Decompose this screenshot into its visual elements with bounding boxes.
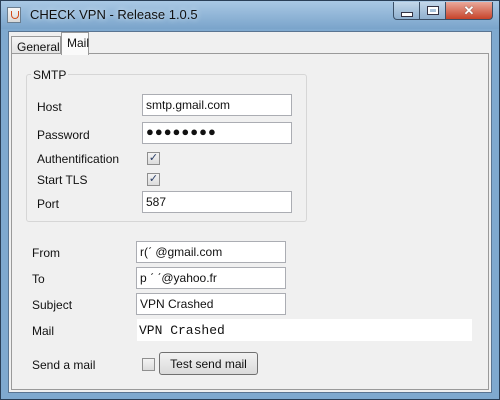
to-input[interactable]: p ˊ ˊ@yahoo.fr bbox=[136, 267, 286, 289]
port-input[interactable]: 587 bbox=[142, 191, 292, 213]
tls-label: Start TLS bbox=[37, 173, 88, 187]
password-input[interactable]: ●●●●●●●● bbox=[142, 122, 292, 144]
maximize-button[interactable] bbox=[419, 2, 446, 20]
tls-checkbox[interactable]: ✓ bbox=[147, 173, 160, 186]
close-button[interactable]: ✕ bbox=[445, 2, 493, 20]
mail-body-textarea[interactable]: VPN Crashed bbox=[137, 319, 472, 341]
minimize-icon bbox=[400, 11, 413, 17]
auth-checkbox[interactable]: ✓ bbox=[147, 152, 160, 165]
smtp-group-title: SMTP bbox=[31, 68, 69, 82]
test-send-mail-button[interactable]: Test send mail bbox=[159, 352, 258, 375]
title-bar[interactable]: CHECK VPN - Release 1.0.5 ✕ bbox=[1, 1, 499, 29]
client-area: General Mail SMTP Host smtp.gmail.com Pa… bbox=[8, 31, 492, 393]
subject-label: Subject bbox=[32, 298, 73, 312]
from-label: From bbox=[32, 246, 60, 260]
close-icon: ✕ bbox=[463, 2, 475, 18]
host-label: Host bbox=[37, 100, 62, 114]
password-label: Password bbox=[37, 128, 90, 142]
auth-label: Authentification bbox=[37, 152, 120, 166]
port-label: Port bbox=[37, 197, 60, 211]
window-title: CHECK VPN - Release 1.0.5 bbox=[30, 7, 198, 22]
send-mail-checkbox[interactable] bbox=[142, 358, 155, 371]
to-label: To bbox=[32, 272, 45, 286]
java-app-icon bbox=[7, 7, 21, 23]
subject-input[interactable]: VPN Crashed bbox=[136, 293, 286, 315]
host-input[interactable]: smtp.gmail.com bbox=[142, 94, 292, 116]
tab-mail[interactable]: Mail bbox=[61, 32, 89, 55]
send-mail-label: Send a mail bbox=[32, 358, 96, 372]
tab-general[interactable]: General bbox=[11, 36, 61, 54]
checkmark-icon: ✓ bbox=[148, 173, 159, 185]
minimize-button[interactable] bbox=[393, 2, 420, 20]
from-input[interactable]: r(ˊ @gmail.com bbox=[136, 241, 286, 263]
app-window: CHECK VPN - Release 1.0.5 ✕ General Mail… bbox=[0, 0, 500, 400]
mail-tab-panel: SMTP Host smtp.gmail.com Password ●●●●●●… bbox=[11, 53, 489, 390]
mail-label: Mail bbox=[32, 324, 55, 338]
checkmark-icon: ✓ bbox=[148, 152, 159, 164]
maximize-icon bbox=[426, 6, 439, 15]
